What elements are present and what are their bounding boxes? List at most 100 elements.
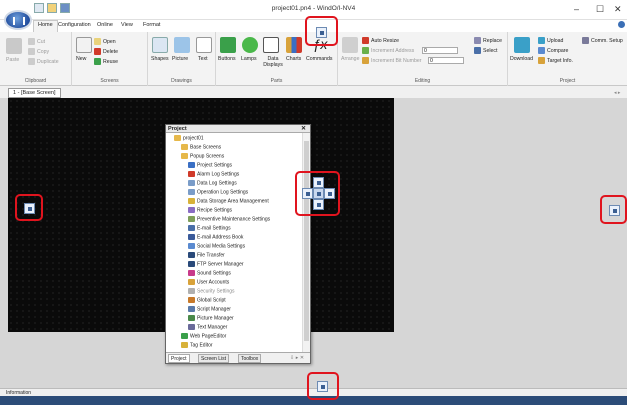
tree-item[interactable]: Text Manager: [188, 324, 227, 333]
tree-item[interactable]: Global Script: [188, 297, 226, 306]
open-screen-button[interactable]: Open: [94, 38, 116, 45]
download-button[interactable]: Download: [510, 56, 533, 62]
copy-button[interactable]: Copy: [28, 48, 49, 55]
minimize-button[interactable]: –: [574, 4, 579, 14]
reuse-screen-button[interactable]: Reuse: [94, 58, 118, 65]
project-tree-scrollbar[interactable]: [302, 133, 310, 353]
tree-item-icon: [188, 162, 195, 168]
tree-item[interactable]: Script Manager: [188, 306, 231, 315]
editor-canvas-area: Project ✕ project01 Base Screens Popup Scr…: [0, 98, 627, 388]
data-displays-icon: [263, 37, 279, 53]
tree-item-icon: [188, 306, 195, 312]
tree-item-icon: [188, 207, 195, 213]
lamps-icon: [242, 37, 258, 53]
shapes-button[interactable]: Shapes: [151, 56, 169, 62]
project-panel-header[interactable]: Project ✕: [166, 125, 310, 133]
project-panel-close-button[interactable]: ✕: [301, 125, 306, 133]
tree-item-label: Web PageEditor: [190, 333, 227, 340]
paste-button[interactable]: Paste: [6, 57, 19, 63]
upload-button[interactable]: Upload: [538, 37, 563, 44]
help-icon[interactable]: [618, 21, 625, 28]
tree-item-label: Popup Screens: [190, 153, 225, 160]
duplicate-button[interactable]: Duplicate: [28, 58, 59, 65]
screen-tab-base[interactable]: 1 - [Base Screen]: [8, 88, 61, 98]
charts-button[interactable]: Charts: [286, 56, 301, 62]
tree-item-label: Project Settings: [197, 162, 233, 169]
tree-item[interactable]: E-mail Address Book: [188, 234, 243, 243]
tree-item[interactable]: project01: [174, 135, 204, 144]
tree-item-icon: [188, 315, 195, 321]
panel-tab-screen-list[interactable]: Screen List: [198, 354, 230, 363]
cut-button[interactable]: Cut: [28, 38, 45, 45]
tree-item[interactable]: Popup Screens: [181, 153, 224, 162]
lamps-button[interactable]: Lamps: [241, 56, 257, 62]
tree-item[interactable]: User Accounts: [188, 279, 229, 288]
auto-resize-icon: [362, 37, 369, 44]
picture-button[interactable]: Picture: [172, 56, 188, 62]
tab-scroll-icon[interactable]: ◂ ▸: [614, 90, 620, 96]
compare-button[interactable]: Compare: [538, 47, 568, 54]
tree-item-label: Data Log Settings: [197, 180, 237, 187]
clipboard-group-label: Clipboard: [24, 78, 47, 84]
panel-pin-controls[interactable]: ⇩ ▸ ✕: [290, 355, 304, 361]
tree-item[interactable]: File Transfer: [188, 252, 225, 261]
tree-item[interactable]: Project Settings: [188, 162, 232, 171]
tree-item[interactable]: Social Media Settings: [188, 243, 245, 252]
target-info-button[interactable]: Target Info.: [538, 57, 573, 64]
tab-home[interactable]: Home: [33, 20, 58, 32]
tree-item-label: Sound Settings: [197, 270, 231, 277]
tree-item-label: Script Manager: [197, 306, 231, 313]
delete-icon: [94, 48, 101, 55]
tree-item[interactable]: Preventive Maintenance Settings: [188, 216, 270, 225]
tree-item[interactable]: Data Log Settings: [188, 180, 237, 189]
new-screen-button[interactable]: New: [76, 56, 86, 62]
tree-item-icon: [188, 243, 195, 249]
project-group: Download Upload Compare Target Info. Com…: [508, 32, 627, 86]
tree-item[interactable]: Web PageEditor: [181, 333, 226, 342]
duplicate-icon: [28, 58, 35, 65]
tree-item[interactable]: FTP Server Manager: [188, 261, 244, 270]
tree-item-label: E-mail Address Book: [197, 234, 244, 241]
application-menu-button[interactable]: [4, 10, 32, 30]
increment-address-input[interactable]: 0: [422, 47, 458, 54]
tab-view[interactable]: View: [121, 22, 133, 28]
tab-online[interactable]: Online: [97, 22, 113, 28]
maximize-button[interactable]: ☐: [596, 4, 604, 15]
tree-item[interactable]: Sound Settings: [188, 270, 231, 279]
tree-item[interactable]: Data Storage Area Management: [188, 198, 269, 207]
tree-item[interactable]: Base Screens: [181, 144, 221, 153]
project-group-label: Project: [559, 78, 576, 84]
tree-item[interactable]: Security Settings: [188, 288, 235, 297]
tree-item[interactable]: Operation Log Settings: [188, 189, 248, 198]
tree-item[interactable]: E-mail Settings: [188, 225, 231, 234]
tree-item[interactable]: Recipe Settings: [188, 207, 232, 216]
comm-setup-button[interactable]: Comm. Setup: [582, 37, 623, 44]
increment-bit-number-input[interactable]: 0: [428, 57, 464, 64]
tree-item-label: Data Storage Area Management: [197, 198, 269, 205]
tab-configuration[interactable]: Configuration: [58, 22, 91, 28]
replace-button[interactable]: Replace: [474, 37, 502, 44]
auto-resize-toggle[interactable]: Auto Resize: [362, 37, 399, 44]
panel-tab-toolbox[interactable]: Toolbox: [238, 354, 262, 363]
delete-screen-button[interactable]: Delete: [94, 48, 118, 55]
reuse-icon: [94, 58, 101, 65]
tree-item-icon: [188, 324, 195, 330]
commands-button[interactable]: Commands: [306, 56, 333, 62]
close-button[interactable]: ✕: [614, 4, 622, 15]
buttons-button[interactable]: Buttons: [218, 56, 236, 62]
tree-item-icon: [188, 225, 195, 231]
tree-item[interactable]: Picture Manager: [188, 315, 234, 324]
select-button[interactable]: Select: [474, 47, 497, 54]
tree-item[interactable]: Alarm Log Settings: [188, 171, 239, 180]
panel-tab-project[interactable]: Project: [168, 354, 190, 363]
tree-item-icon: [188, 171, 195, 177]
tab-format[interactable]: Format: [143, 22, 160, 28]
tree-item[interactable]: Tag Editor: [181, 342, 213, 351]
tree-item-label: Social Media Settings: [197, 243, 246, 250]
drawings-group-label: Drawings: [171, 78, 192, 84]
compare-label: Compare: [547, 47, 569, 54]
text-button[interactable]: Text: [198, 56, 208, 62]
data-displays-button[interactable]: Data Displays: [262, 56, 284, 68]
arrange-button[interactable]: Arrange: [341, 56, 359, 62]
tree-item-label: Preventive Maintenance Settings: [197, 216, 271, 223]
